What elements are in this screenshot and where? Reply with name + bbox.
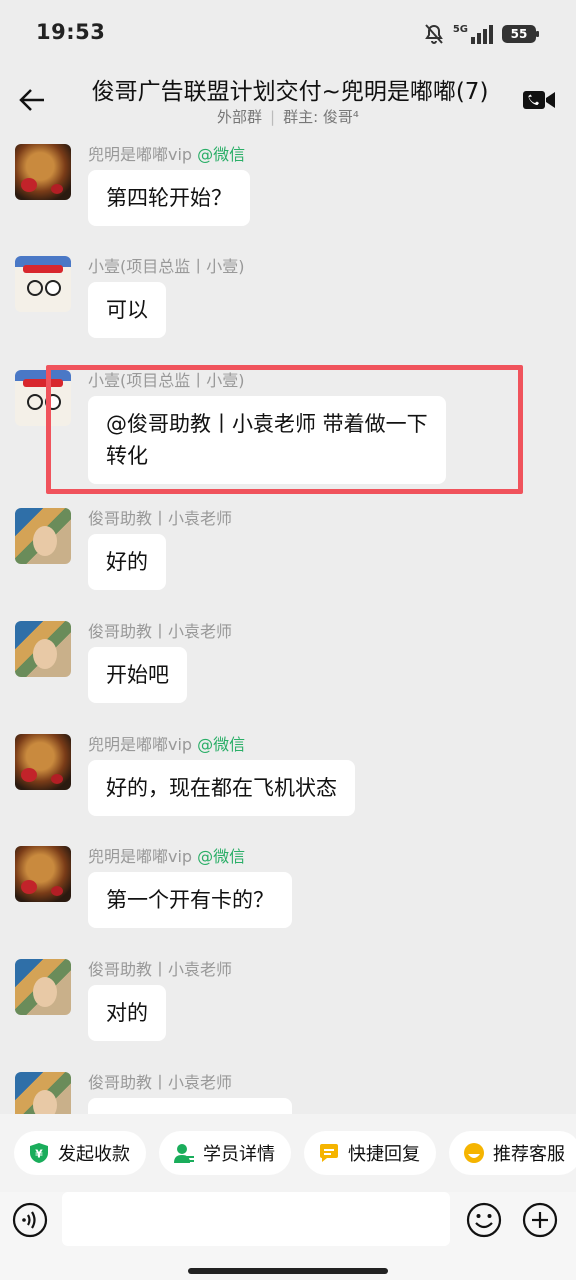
input-bar xyxy=(0,1192,576,1280)
plus-icon[interactable] xyxy=(522,1202,558,1238)
recommend-service-button[interactable]: 推荐客服 xyxy=(449,1131,576,1175)
chip-label: 快捷回复 xyxy=(348,1144,420,1165)
user-detail-icon xyxy=(174,1144,194,1163)
quick-reply-icon xyxy=(320,1144,338,1162)
chip-label: 学员详情 xyxy=(203,1144,275,1165)
wechat-tag: @微信 xyxy=(197,847,246,866)
sender-name: 小壹(项目总监丨小壹) xyxy=(88,257,245,276)
chip-label: 发起收款 xyxy=(58,1144,130,1165)
message-bubble[interactable] xyxy=(88,1098,292,1114)
sender-name: 小壹(项目总监丨小壹) xyxy=(88,371,245,390)
message-bubble[interactable]: 可以 xyxy=(88,282,166,338)
chat-header: 俊哥广告联盟计划交付~兜明是嘟嘟(7) 外部群 | 群主: 俊哥⁴ xyxy=(0,66,576,134)
divider: | xyxy=(270,108,276,126)
girl-avatar[interactable] xyxy=(15,621,71,677)
recommend-service-icon xyxy=(464,1143,484,1163)
message-bubble[interactable]: @俊哥助教丨小袁老师 带着做一下 转化 xyxy=(88,396,446,484)
sender-name: 俊哥助教丨小袁老师 xyxy=(88,1073,233,1092)
quick-action-bar: ¥ 发起收款 学员详情 快捷回复 推荐客服 xyxy=(0,1114,576,1192)
girl-avatar[interactable] xyxy=(15,1072,71,1114)
girl-avatar[interactable] xyxy=(15,959,71,1015)
message-bubble[interactable]: 好的，现在都在飞机状态 xyxy=(88,760,355,816)
chip-label: 推荐客服 xyxy=(493,1144,565,1165)
group-owner: 群主: 俊哥⁴ xyxy=(283,108,359,126)
tiger-avatar[interactable] xyxy=(15,144,71,200)
status-time: 19:53 xyxy=(36,20,106,44)
message-bubble[interactable]: 开始吧 xyxy=(88,647,187,703)
sender-name: 俊哥助教丨小袁老师 xyxy=(88,960,233,979)
message-bubble[interactable]: 第一个开有卡的？ xyxy=(88,872,292,928)
chat-subtitle: 外部群 | 群主: 俊哥⁴ xyxy=(0,106,576,127)
student-details-button[interactable]: 学员详情 xyxy=(159,1131,291,1175)
yuan-shield-icon: ¥ xyxy=(30,1143,48,1163)
quick-reply-button[interactable]: 快捷回复 xyxy=(304,1131,436,1175)
sender-name: 兜明是嘟嘟vip @微信 xyxy=(88,145,246,164)
emoji-icon[interactable] xyxy=(466,1202,502,1238)
tiger-avatar[interactable] xyxy=(15,734,71,790)
collect-payment-button[interactable]: ¥ 发起收款 xyxy=(14,1131,146,1175)
girl-avatar[interactable] xyxy=(15,508,71,564)
chat-title: 俊哥广告联盟计划交付~兜明是嘟嘟(7) xyxy=(91,79,489,105)
dog-avatar[interactable] xyxy=(15,256,71,312)
network-type: 5G xyxy=(452,23,468,35)
status-bar: 19:53 5G 55 xyxy=(0,0,576,66)
sender-name: 俊哥助教丨小袁老师 xyxy=(88,622,233,641)
wechat-tag: @微信 xyxy=(197,145,246,164)
message-bubble[interactable]: 好的 xyxy=(88,534,166,590)
sender-name: 兜明是嘟嘟vip @微信 xyxy=(88,847,246,866)
message-bubble[interactable]: 第四轮开始？ xyxy=(88,170,250,226)
message-list[interactable]: 兜明是嘟嘟vip @微信 第四轮开始？ 小壹(项目总监丨小壹) 可以 小壹(项目… xyxy=(0,134,576,1114)
dog-avatar[interactable] xyxy=(15,370,71,426)
svg-text:¥: ¥ xyxy=(35,1148,43,1161)
voice-input-icon[interactable] xyxy=(12,1202,48,1238)
tiger-avatar[interactable] xyxy=(15,846,71,902)
message-input[interactable] xyxy=(62,1192,450,1246)
mute-bell-icon xyxy=(424,24,443,44)
home-indicator xyxy=(188,1268,388,1274)
wechat-tag: @微信 xyxy=(197,735,246,754)
group-type: 外部群 xyxy=(217,108,263,126)
video-call-icon[interactable] xyxy=(522,88,556,112)
battery-icon: 55 xyxy=(502,25,539,43)
signal-icon xyxy=(471,25,493,44)
message-bubble[interactable]: 对的 xyxy=(88,985,166,1041)
sender-name: 兜明是嘟嘟vip @微信 xyxy=(88,735,246,754)
sender-name: 俊哥助教丨小袁老师 xyxy=(88,509,233,528)
status-icons: 5G 55 xyxy=(423,22,539,46)
